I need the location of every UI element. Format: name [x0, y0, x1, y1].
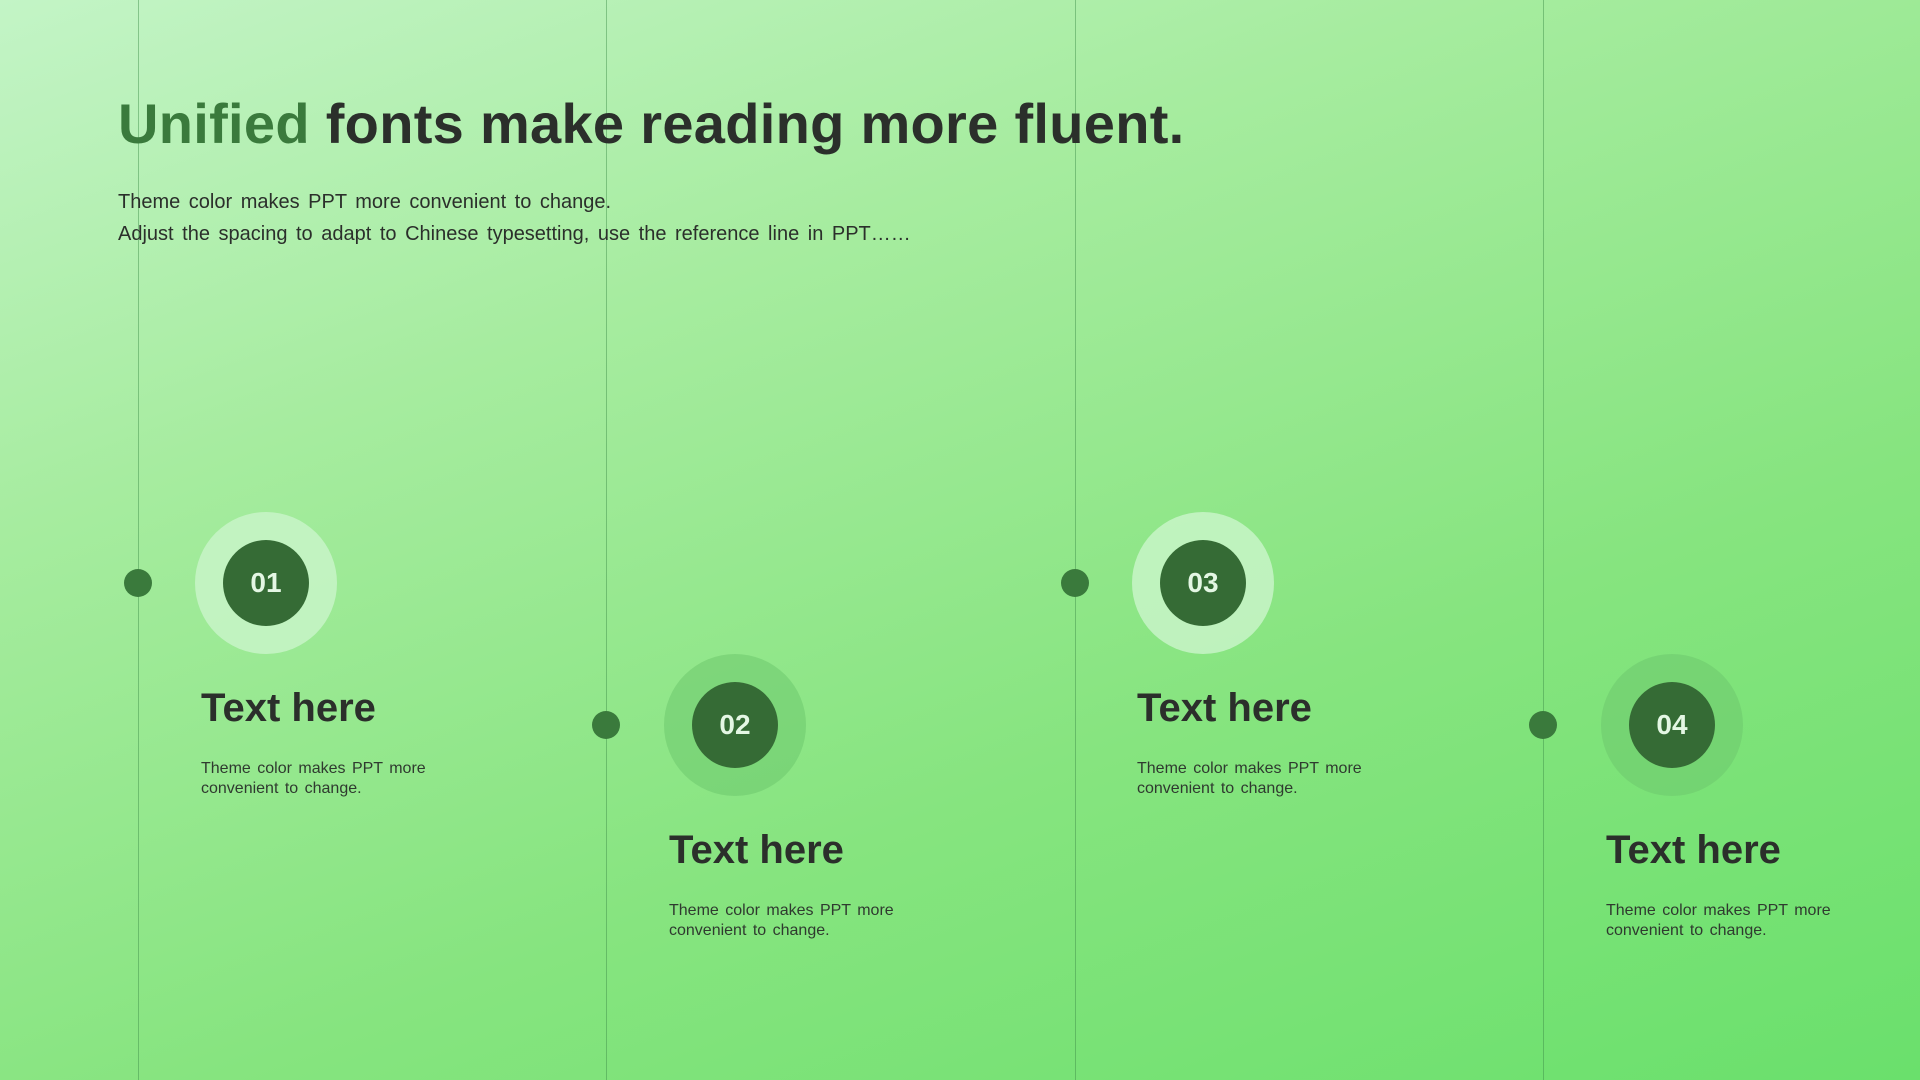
subtitle-line-1: Theme color makes PPT more convenient to…	[118, 191, 612, 213]
step-2-description: Theme color makes PPT more convenient to…	[669, 902, 894, 939]
step-1-number-badge: 01	[223, 540, 309, 626]
timeline-dot-2	[592, 711, 620, 739]
title-rest: fonts make reading more fluent.	[309, 92, 1185, 155]
step-2-title: Text here	[669, 828, 844, 872]
slide-subtitle: Theme color makes PPT more convenient to…	[118, 186, 911, 250]
step-4-title: Text here	[1606, 828, 1781, 872]
step-1-ring: 01	[195, 512, 337, 654]
step-2-number-badge: 02	[692, 682, 778, 768]
step-1-description: Theme color makes PPT more convenient to…	[201, 760, 426, 797]
step-1-title: Text here	[201, 686, 376, 730]
step-4-number-badge: 04	[1629, 682, 1715, 768]
step-3-title: Text here	[1137, 686, 1312, 730]
step-3-number-badge: 03	[1160, 540, 1246, 626]
reference-line-3	[1075, 0, 1076, 1080]
step-4-ring: 04	[1601, 654, 1743, 796]
reference-line-2	[606, 0, 607, 1080]
timeline-dot-4	[1529, 711, 1557, 739]
timeline-dot-3	[1061, 569, 1089, 597]
step-4-description: Theme color makes PPT more convenient to…	[1606, 902, 1831, 939]
slide-title: Unified fonts make reading more fluent.	[118, 88, 1185, 160]
timeline-dot-1	[124, 569, 152, 597]
title-accent-word: Unified	[118, 92, 310, 155]
reference-line-4	[1543, 0, 1544, 1080]
reference-line-1	[138, 0, 139, 1080]
step-3-description: Theme color makes PPT more convenient to…	[1137, 760, 1362, 797]
step-2-ring: 02	[664, 654, 806, 796]
step-3-ring: 03	[1132, 512, 1274, 654]
subtitle-line-2: Adjust the spacing to adapt to Chinese t…	[118, 223, 911, 245]
